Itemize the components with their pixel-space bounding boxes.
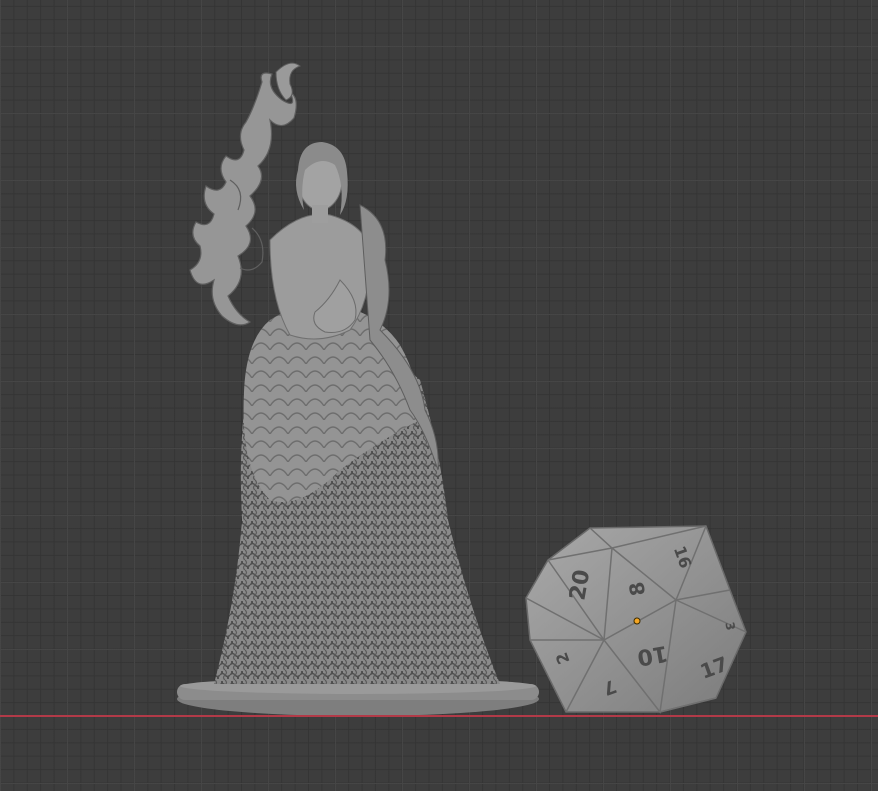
object-origin-marker[interactable]	[633, 617, 641, 625]
scene-canvas[interactable]: 20 8 10 17 16 7 3 2	[0, 0, 878, 791]
x-axis-line	[0, 715, 878, 717]
sorceress-miniature[interactable]	[177, 62, 539, 716]
d20-die[interactable]: 20 8 10 17 16 7 3 2	[525, 525, 747, 714]
d20-face-10: 10	[635, 640, 670, 670]
d20-face-20: 20	[565, 568, 595, 603]
3d-viewport[interactable]: 20 8 10 17 16 7 3 2	[0, 0, 878, 791]
